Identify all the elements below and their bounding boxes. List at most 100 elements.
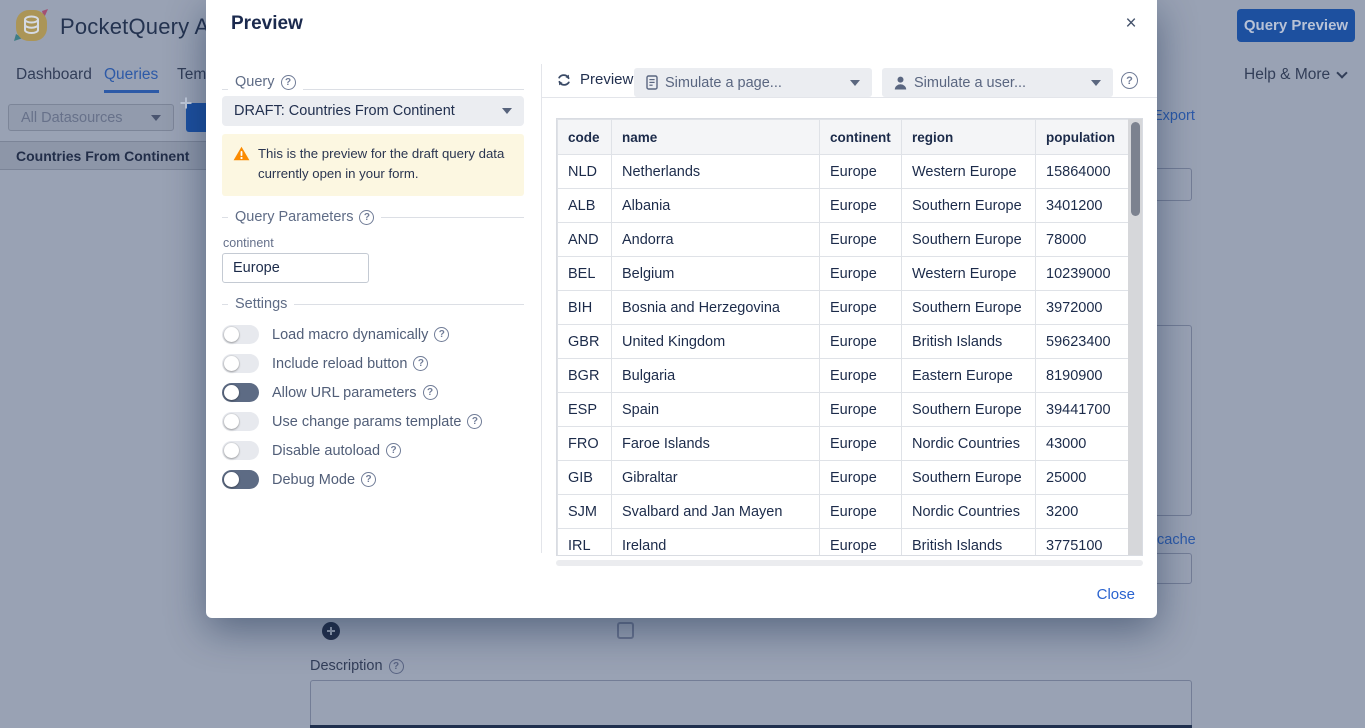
help-icon[interactable]: ?: [423, 385, 438, 400]
table-row: BIH Bosnia and Herzegovina Europe Southe…: [558, 291, 1130, 325]
help-icon[interactable]: ?: [281, 75, 296, 90]
close-icon[interactable]: ×: [1119, 12, 1143, 36]
cell-name: Spain: [612, 393, 820, 427]
cell-code: GBR: [558, 325, 612, 359]
clear-cache-link[interactable]: cache: [1157, 532, 1196, 548]
toggle-knob: [224, 443, 239, 458]
preview-modal: Preview × Query ? DRAFT: Countries From …: [206, 0, 1157, 618]
simulate-page-select[interactable]: Simulate a page...: [634, 68, 872, 97]
result-table: codenamecontinentregionpopulation NLD Ne…: [557, 119, 1130, 556]
table-header-cell: code: [558, 120, 612, 155]
toggle-switch[interactable]: [222, 354, 259, 373]
toggle-label: Include reload button ?: [272, 356, 428, 372]
caret-down-icon: [850, 80, 860, 86]
cell-continent: Europe: [820, 461, 902, 495]
cell-population: 43000: [1036, 427, 1130, 461]
toggle-switch[interactable]: [222, 441, 259, 460]
cell-population: 3200: [1036, 495, 1130, 529]
preview-refresh[interactable]: Preview: [556, 71, 633, 88]
table-header-cell: region: [902, 120, 1036, 155]
cell-continent: Europe: [820, 189, 902, 223]
cell-population: 3401200: [1036, 189, 1130, 223]
cell-code: AND: [558, 223, 612, 257]
tab-dashboard[interactable]: Dashboard: [16, 66, 92, 84]
cell-population: 8190900: [1036, 359, 1130, 393]
close-button[interactable]: Close: [1097, 586, 1135, 603]
cell-name: Bosnia and Herzegovina: [612, 291, 820, 325]
help-icon: ?: [389, 659, 404, 674]
setting-toggle-row: Disable autoload ?: [222, 440, 482, 461]
add-parameter-button[interactable]: [322, 622, 340, 640]
cell-continent: Europe: [820, 393, 902, 427]
help-icon[interactable]: ?: [434, 327, 449, 342]
table-row: ALB Albania Europe Southern Europe 34012…: [558, 189, 1130, 223]
cell-continent: Europe: [820, 495, 902, 529]
toggle-switch[interactable]: [222, 325, 259, 344]
query-preview-button[interactable]: Query Preview: [1237, 9, 1355, 42]
cell-population: 59623400: [1036, 325, 1130, 359]
caret-down-icon: [502, 108, 512, 114]
horizontal-scrollbar-track[interactable]: [556, 560, 1143, 566]
cell-region: Southern Europe: [902, 291, 1036, 325]
caret-down-icon: [151, 115, 161, 121]
table-row: GBR United Kingdom Europe British Island…: [558, 325, 1130, 359]
cell-code: NLD: [558, 155, 612, 189]
help-and-more-menu[interactable]: Help & More: [1244, 66, 1346, 84]
help-icon[interactable]: ?: [386, 443, 401, 458]
toggle-label: Allow URL parameters ?: [272, 385, 438, 401]
toggle-knob: [224, 356, 239, 371]
query-select[interactable]: DRAFT: Countries From Continent: [222, 96, 524, 126]
cell-continent: Europe: [820, 359, 902, 393]
export-link[interactable]: Export: [1153, 108, 1195, 124]
help-icon[interactable]: ?: [359, 210, 374, 225]
refresh-icon: [556, 72, 572, 88]
scrollbar-thumb[interactable]: [1131, 122, 1140, 216]
user-icon: [894, 76, 907, 90]
cell-population: 10239000: [1036, 257, 1130, 291]
preview-help-icon[interactable]: ?: [1121, 72, 1138, 89]
draft-warning-message: This is the preview for the draft query …: [222, 134, 524, 196]
app-title: PocketQuery A: [60, 14, 209, 40]
table-body: NLD Netherlands Europe Western Europe 15…: [558, 155, 1130, 557]
table-header-cell: population: [1036, 120, 1130, 155]
cell-region: Southern Europe: [902, 393, 1036, 427]
toggle-knob: [224, 327, 239, 342]
modal-title: Preview: [231, 13, 303, 35]
result-table-container: codenamecontinentregionpopulation NLD Ne…: [556, 118, 1143, 556]
cell-continent: Europe: [820, 325, 902, 359]
help-icon[interactable]: ?: [361, 472, 376, 487]
tab-queries[interactable]: Queries: [104, 66, 158, 84]
simulate-user-select[interactable]: Simulate a user...: [882, 68, 1113, 97]
help-icon[interactable]: ?: [413, 356, 428, 371]
description-textarea[interactable]: [310, 680, 1192, 728]
toggle-knob: [224, 472, 239, 487]
settings-heading: Settings: [228, 296, 294, 312]
setting-toggle-row: Allow URL parameters ?: [222, 382, 482, 403]
table-row: IRL Ireland Europe British Islands 37751…: [558, 529, 1130, 557]
cell-continent: Europe: [820, 291, 902, 325]
cell-continent: Europe: [820, 529, 902, 557]
warning-icon: [233, 146, 250, 161]
cell-population: 25000: [1036, 461, 1130, 495]
table-header-cell: name: [612, 120, 820, 155]
continent-param-input[interactable]: [222, 253, 369, 283]
table-row: ESP Spain Europe Southern Europe 3944170…: [558, 393, 1130, 427]
help-icon[interactable]: ?: [467, 414, 482, 429]
cell-population: 15864000: [1036, 155, 1130, 189]
query-list-item-selected[interactable]: Countries From Continent: [0, 141, 206, 170]
datasource-filter-select[interactable]: All Datasources: [8, 104, 174, 131]
query-section-heading: Query ?: [228, 74, 303, 90]
cell-name: Faroe Islands: [612, 427, 820, 461]
background-checkbox[interactable]: [617, 622, 634, 639]
toggle-switch[interactable]: [222, 470, 259, 489]
toggle-switch[interactable]: [222, 383, 259, 402]
active-tab-underline: [104, 90, 159, 93]
toggle-knob: [224, 414, 239, 429]
setting-toggle-row: Use change params template ?: [222, 411, 482, 432]
cell-name: Belgium: [612, 257, 820, 291]
cell-name: United Kingdom: [612, 325, 820, 359]
toggle-switch[interactable]: [222, 412, 259, 431]
table-scrollbar[interactable]: [1128, 119, 1142, 556]
cell-region: Nordic Countries: [902, 427, 1036, 461]
cell-code: IRL: [558, 529, 612, 557]
